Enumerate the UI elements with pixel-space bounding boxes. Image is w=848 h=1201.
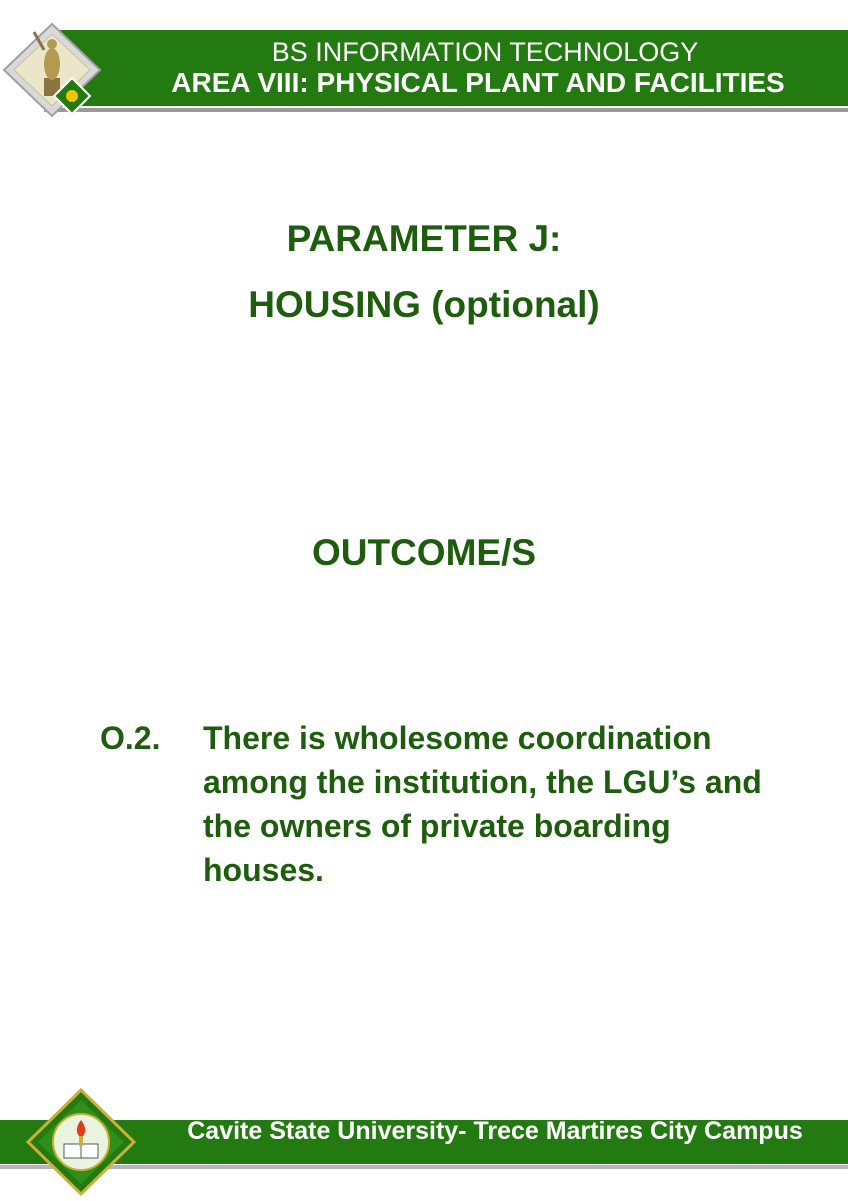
- outcome-number: O.2.: [100, 720, 161, 756]
- area-title: AREA VIII: PHYSICAL PLANT AND FACILITIES: [171, 67, 785, 98]
- campus-name: Cavite State University- Trece Martires …: [187, 1117, 803, 1145]
- header-divider: [44, 108, 848, 112]
- statue-logo-icon: [0, 20, 104, 120]
- parameter-title: PARAMETER J:: [286, 218, 562, 259]
- program-name: BS INFORMATION TECHNOLOGY: [271, 37, 699, 67]
- parameter-subtitle: HOUSING (optional): [248, 284, 600, 325]
- outcome-text: There is wholesome coordination among th…: [203, 720, 762, 888]
- university-seal-icon: [25, 1087, 137, 1197]
- outcome-heading: OUTCOME/S: [311, 532, 537, 573]
